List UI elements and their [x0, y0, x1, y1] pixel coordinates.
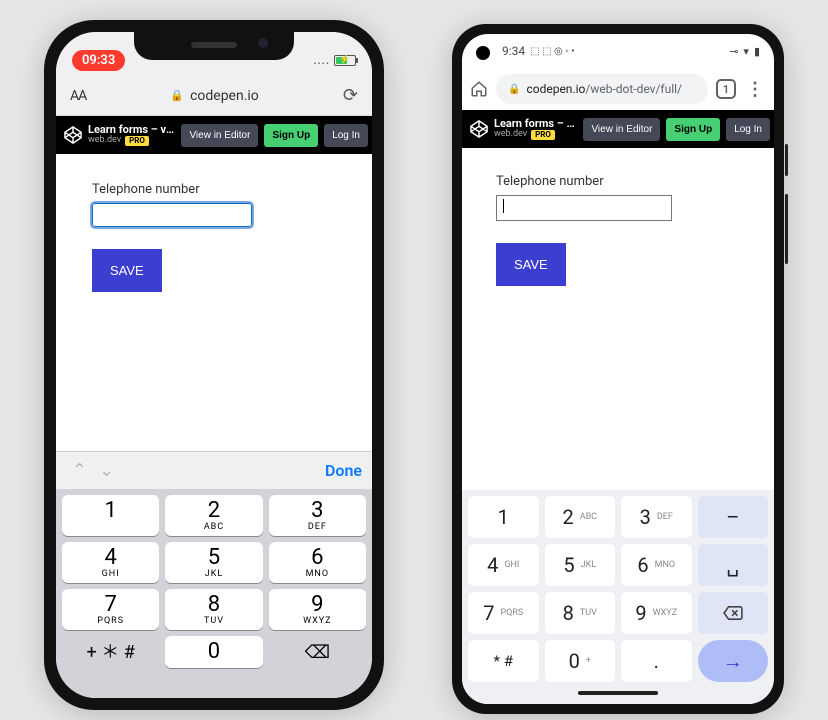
text-size-button[interactable]: AA: [70, 88, 86, 104]
key-5[interactable]: 5JKL: [545, 544, 616, 586]
key-8[interactable]: 8TUV: [545, 592, 616, 634]
key-backspace-icon[interactable]: ⌫: [269, 636, 366, 668]
chrome-address-bar[interactable]: 🔒 codepen.io/web-dot-dev/full/: [496, 74, 708, 104]
signup-button[interactable]: Sign Up: [264, 124, 318, 147]
view-in-editor-button[interactable]: View in Editor: [583, 118, 660, 141]
key-2[interactable]: 2ABC: [545, 496, 616, 538]
ios-numeric-keypad: 1 2ABC 3DEF 4GHI 5JKL 6MNO 7PQRS 8TUV 9W…: [56, 489, 372, 698]
prev-field-icon[interactable]: ⌃: [66, 460, 93, 481]
safari-host: codepen.io: [190, 88, 259, 104]
chrome-toolbar: 🔒 codepen.io/web-dot-dev/full/ 1 ⋮: [462, 68, 774, 110]
key-1[interactable]: 1: [62, 495, 159, 536]
front-camera-icon: [476, 46, 490, 60]
vpn-icon: ⊸: [729, 45, 738, 58]
android-numeric-keypad: 1 2ABC 3DEF – 4GHI 5JKL 6MNO ␣ 7PQRS 8TU…: [462, 490, 774, 704]
android-time: 9:34: [502, 44, 525, 58]
iphone-notch: [134, 32, 294, 60]
pen-title: Learn forms – virt…: [494, 118, 577, 130]
battery-icon: ▮: [754, 45, 760, 58]
lightning-icon: ⚡: [339, 55, 350, 65]
status-icons-left: ⬚ ⬚ ◎ ◦ •: [530, 46, 574, 57]
key-8[interactable]: 8TUV: [165, 589, 262, 630]
login-button[interactable]: Log In: [324, 124, 368, 147]
next-field-icon[interactable]: ⌄: [93, 460, 120, 481]
android-status-bar: 9:34 ⬚ ⬚ ◎ ◦ • ⊸ ▾ ▮: [462, 34, 774, 68]
android-nav-handle[interactable]: [468, 682, 768, 704]
android-screen: 9:34 ⬚ ⬚ ◎ ◦ • ⊸ ▾ ▮ 🔒 codepen.io/web-do…: [462, 34, 774, 704]
backspace-icon: [722, 605, 744, 621]
status-icons-right: ⊸ ▾ ▮: [729, 45, 760, 58]
lock-icon: 🔒: [170, 89, 184, 102]
page-content: Telephone number SAVE: [462, 148, 774, 490]
telephone-input[interactable]: [92, 203, 252, 227]
codepen-header: Learn forms – virt… web.dev PRO View in …: [462, 110, 774, 148]
wifi-icon: ▾: [743, 45, 749, 58]
codepen-logo-icon: [64, 126, 82, 144]
battery-icon: ⚡: [334, 55, 356, 66]
url-host: codepen.io: [526, 82, 585, 96]
key-7[interactable]: 7PQRS: [62, 589, 159, 630]
ios-time-pill[interactable]: 09:33: [72, 50, 125, 71]
key-4[interactable]: 4GHI: [468, 544, 539, 586]
login-button[interactable]: Log In: [726, 118, 770, 141]
key-star-hash[interactable]: * #: [468, 640, 539, 682]
save-button[interactable]: SAVE: [92, 249, 162, 292]
key-6[interactable]: 6MNO: [269, 542, 366, 583]
iphone-screen: 09:33 .... ⚡ AA 🔒 codepen.io ⟳: [56, 32, 372, 698]
key-0[interactable]: 0+: [545, 640, 616, 682]
key-symbols[interactable]: + ＊ #: [62, 636, 159, 668]
pen-author: web.dev: [494, 130, 527, 140]
key-4[interactable]: 4GHI: [62, 542, 159, 583]
home-icon[interactable]: [470, 80, 488, 98]
view-in-editor-button[interactable]: View in Editor: [181, 124, 258, 147]
key-6[interactable]: 6MNO: [621, 544, 692, 586]
key-space[interactable]: ␣: [698, 544, 769, 586]
safari-address-bar[interactable]: AA 🔒 codepen.io ⟳: [56, 76, 372, 116]
codepen-logo-icon: [470, 120, 488, 138]
key-period[interactable]: .: [621, 640, 692, 682]
telephone-label: Telephone number: [496, 174, 740, 189]
save-button[interactable]: SAVE: [496, 243, 566, 286]
tab-switcher-button[interactable]: 1: [716, 79, 736, 99]
android-frame: 9:34 ⬚ ⬚ ◎ ◦ • ⊸ ▾ ▮ 🔒 codepen.io/web-do…: [452, 24, 784, 714]
key-dash[interactable]: –: [698, 496, 769, 538]
ios-signal-dots: ....: [313, 54, 330, 67]
pen-title: Learn forms – virt…: [88, 124, 175, 136]
page-content: Telephone number SAVE: [56, 154, 372, 451]
keyboard-done-button[interactable]: Done: [325, 461, 362, 480]
key-9[interactable]: 9WXYZ: [269, 589, 366, 630]
key-2[interactable]: 2ABC: [165, 495, 262, 536]
reload-icon[interactable]: ⟳: [343, 85, 358, 106]
key-backspace-icon[interactable]: [698, 592, 769, 634]
ios-battery: .... ⚡: [313, 54, 356, 67]
key-0[interactable]: 0: [165, 636, 262, 668]
key-9[interactable]: 9WXYZ: [621, 592, 692, 634]
key-7[interactable]: 7PQRS: [468, 592, 539, 634]
key-3[interactable]: 3DEF: [269, 495, 366, 536]
key-enter-icon[interactable]: →: [698, 640, 769, 682]
key-3[interactable]: 3DEF: [621, 496, 692, 538]
pro-badge: PRO: [125, 136, 149, 147]
key-5[interactable]: 5JKL: [165, 542, 262, 583]
iphone-frame: 09:33 .... ⚡ AA 🔒 codepen.io ⟳: [44, 20, 384, 710]
chrome-menu-icon[interactable]: ⋮: [744, 79, 766, 100]
pro-badge: PRO: [531, 130, 555, 141]
key-1[interactable]: 1: [468, 496, 539, 538]
telephone-label: Telephone number: [92, 182, 336, 197]
signup-button[interactable]: Sign Up: [666, 118, 720, 141]
keyboard-accessory-bar: ⌃ ⌄ Done: [56, 451, 372, 489]
url-path: /web-dot-dev/full/: [585, 82, 682, 96]
telephone-input[interactable]: [496, 195, 672, 221]
pen-author: web.dev: [88, 136, 121, 146]
lock-icon: 🔒: [508, 84, 520, 95]
codepen-header: Learn forms – virt… web.dev PRO View in …: [56, 116, 372, 154]
